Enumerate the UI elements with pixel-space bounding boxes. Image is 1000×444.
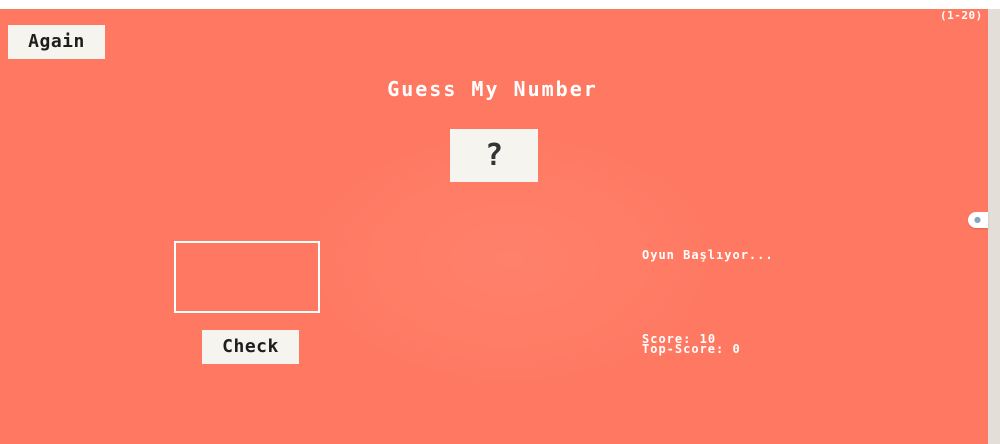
page-title: Guess My Number xyxy=(387,77,598,101)
range-hint: (1-20) xyxy=(940,9,983,22)
top-score-label: Top-Score: xyxy=(642,342,725,356)
page-scrollbar[interactable] xyxy=(988,9,1000,444)
top-score-value: 0 xyxy=(732,342,741,356)
guess-input[interactable] xyxy=(174,241,320,313)
game-screen: (1-20) Again Guess My Number ? Check Oyu… xyxy=(0,9,988,444)
secret-number-box: ? xyxy=(450,129,538,182)
scroll-thumb-icon[interactable]: ● xyxy=(968,212,988,228)
check-button[interactable]: Check xyxy=(202,330,299,364)
again-button[interactable]: Again xyxy=(8,25,105,59)
scroll-thumb-glyph: ● xyxy=(974,215,981,224)
top-score-display: Top-Score: 0 xyxy=(642,343,741,355)
status-message: Oyun Başlıyor... xyxy=(642,248,774,262)
